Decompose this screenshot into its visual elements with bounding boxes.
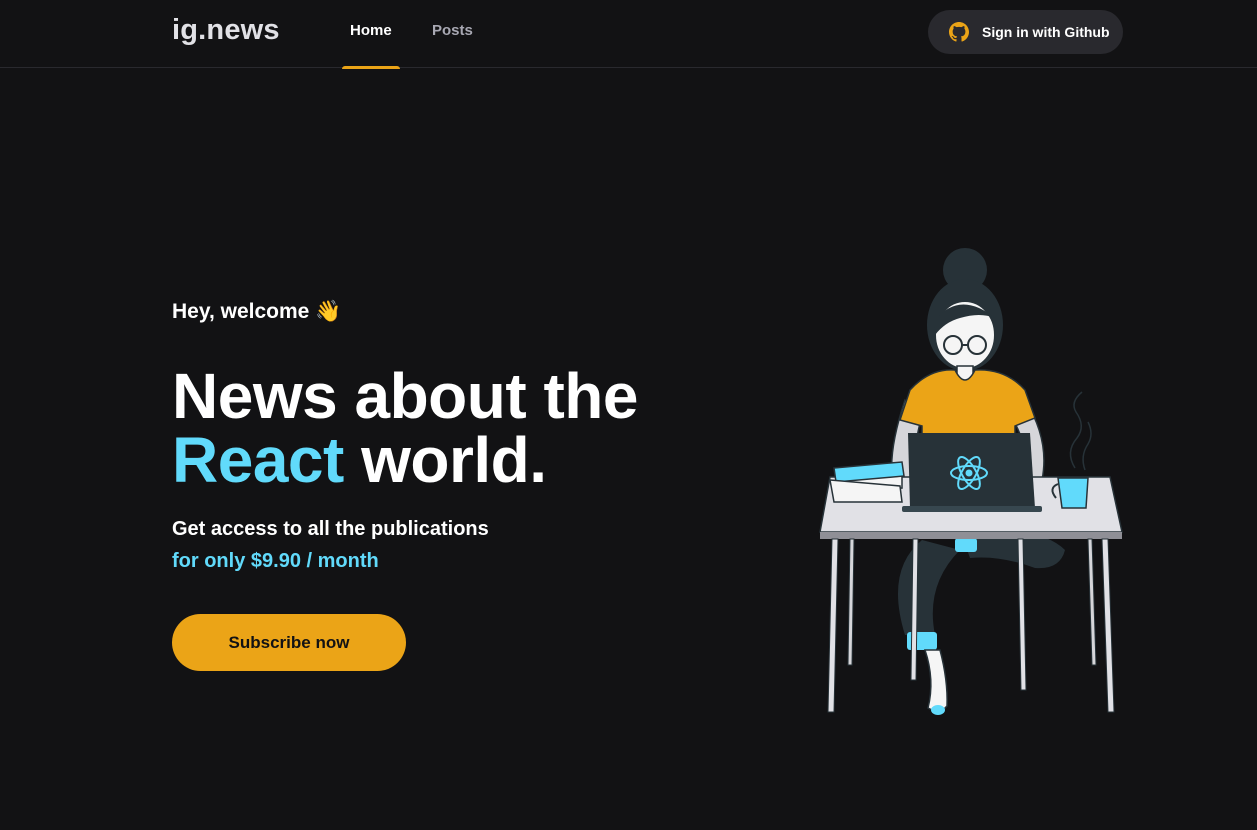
subscribe-button[interactable]: Subscribe now — [172, 614, 406, 671]
nav-home-link[interactable]: Home — [342, 22, 400, 69]
welcome-text: Hey, welcome 👋 — [172, 300, 342, 323]
woman-coding-illustration — [819, 248, 1123, 715]
hero-title-accent: React — [172, 424, 344, 496]
logo[interactable]: ig.news — [172, 14, 280, 47]
github-icon — [949, 22, 969, 42]
hero-title-line1: News about the — [172, 360, 638, 432]
site-header: ig.news Home Posts Sign in with Github — [0, 0, 1257, 69]
signin-label: Sign in with Github — [982, 24, 1110, 40]
hero-title-line2-rest: world. — [343, 424, 547, 496]
nav-posts-link[interactable]: Posts — [432, 22, 473, 68]
signin-github-button[interactable]: Sign in with Github — [928, 10, 1123, 54]
price-text: for only $9.90 / month — [172, 550, 379, 572]
wave-emoji: 👋 — [315, 300, 342, 323]
access-text: Get access to all the publications — [172, 518, 489, 540]
hero-title: News about the React world. — [172, 364, 692, 492]
